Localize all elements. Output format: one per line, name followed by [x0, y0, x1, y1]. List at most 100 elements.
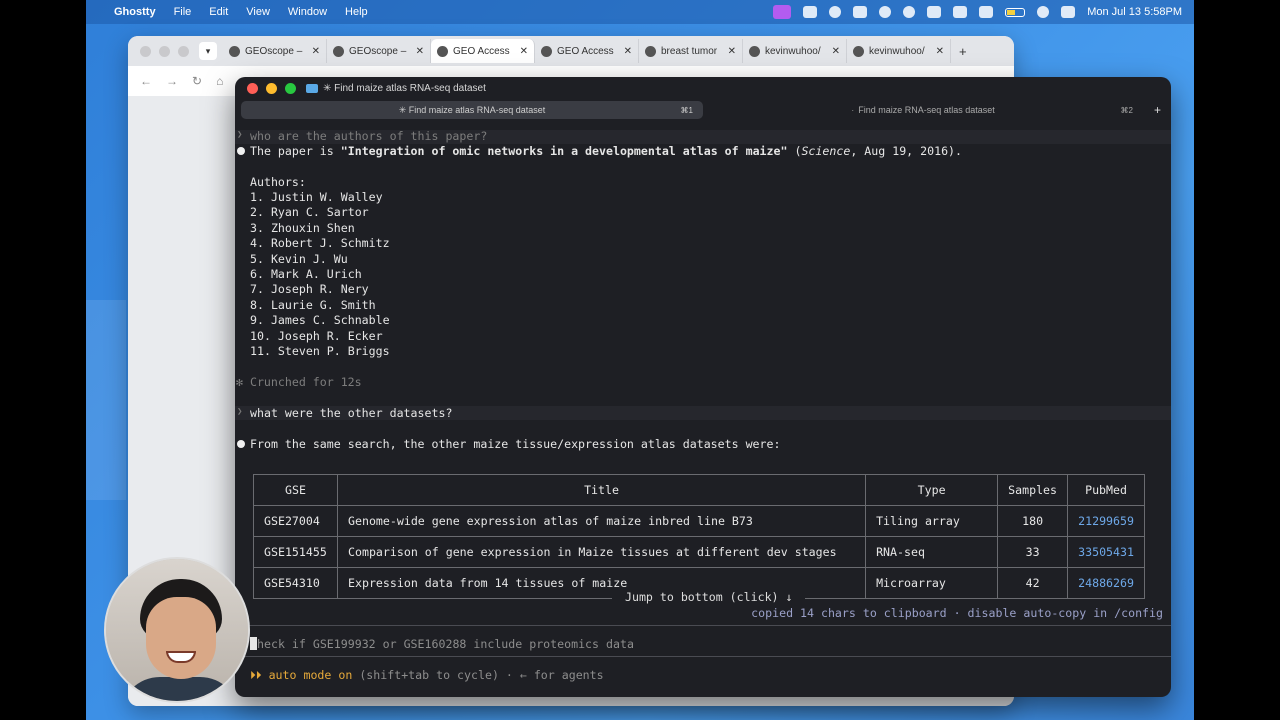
- terminal-tab-label: ✳ Find maize atlas RNA-seq dataset: [398, 104, 546, 115]
- browser-tab[interactable]: GEO Access ✕: [535, 39, 639, 63]
- terminal-tab-bar: ✳ Find maize atlas RNA-seq dataset ⌘1 · …: [235, 99, 1171, 121]
- input-divider-bottom: [235, 656, 1171, 657]
- weather-icon[interactable]: [803, 6, 818, 18]
- close-icon[interactable]: ✕: [936, 46, 944, 57]
- author-item: 7. Joseph R. Nery: [250, 282, 369, 296]
- wallpaper-pattern-left: [86, 300, 126, 500]
- globe-icon: [229, 45, 240, 57]
- tab-title: GEO Access: [453, 45, 510, 57]
- input-divider-top: [235, 625, 1171, 626]
- author-item: 5. Kevin J. Wu: [250, 252, 348, 266]
- control-center-icon[interactable]: [1061, 6, 1076, 18]
- cell-title: Genome-wide gene expression atlas of mai…: [336, 505, 867, 537]
- column-header: Samples: [997, 474, 1069, 506]
- geo-icon: [645, 45, 656, 57]
- menu-view[interactable]: View: [246, 6, 270, 18]
- new-terminal-tab-button[interactable]: +: [1154, 103, 1161, 117]
- author-item: 8. Laurie G. Smith: [250, 298, 376, 312]
- text-cursor: [250, 637, 257, 650]
- forward-arrow-icon[interactable]: →: [166, 74, 178, 88]
- datasets-table-viewport[interactable]: GSE Title Type Samples PubMed GSE27004 G…: [235, 474, 1171, 601]
- close-button[interactable]: [247, 82, 258, 94]
- battery-icon[interactable]: [1005, 7, 1026, 17]
- reload-icon[interactable]: ↻: [192, 74, 202, 88]
- browser-tab-strip: ▾ GEOscope – ✕ GEOscope – ✕ GEO Access ✕ GE…: [128, 36, 1014, 66]
- author-item: 6. Mark A. Urich: [250, 267, 362, 281]
- shield-icon[interactable]: [853, 6, 868, 18]
- grid-icon[interactable]: [927, 6, 942, 18]
- column-header: Title: [336, 474, 867, 506]
- tab-title: GEOscope –: [349, 45, 407, 57]
- terminal-window: ✳ Find maize atlas RNA-seq dataset ✳ Fin…: [235, 77, 1171, 697]
- back-arrow-icon[interactable]: ←: [140, 74, 152, 88]
- webcam-overlay: [104, 557, 250, 703]
- home-icon[interactable]: ⌂: [216, 74, 223, 88]
- zoom-button[interactable]: [178, 45, 189, 57]
- menu-clock[interactable]: Mon Jul 13 5:58PM: [1087, 6, 1182, 18]
- close-icon[interactable]: ✕: [416, 46, 424, 57]
- menu-file[interactable]: File: [174, 6, 192, 18]
- cell-title: Comparison of gene expression in Maize t…: [336, 536, 867, 568]
- terminal-tab-1[interactable]: ✳ Find maize atlas RNA-seq dataset ⌘1: [241, 101, 703, 119]
- author-item: 10. Joseph R. Ecker: [250, 329, 383, 343]
- crunched-status: ✻ Crunched for 12s: [236, 375, 362, 389]
- tab-title: GEOscope –: [245, 45, 303, 57]
- check-icon[interactable]: [879, 6, 892, 18]
- wifi-icon[interactable]: [979, 6, 994, 18]
- brightness-icon[interactable]: [903, 6, 916, 18]
- terminal-window-controls: [247, 82, 296, 94]
- browser-tab[interactable]: GEOscope – ✕: [223, 39, 327, 63]
- new-tab-button[interactable]: +: [959, 44, 967, 59]
- browser-tab[interactable]: kevinwuhoo/ ✕: [743, 39, 847, 63]
- auto-mode-status[interactable]: ⏵⏵ auto mode on (shift+tab to cycle) · ←…: [250, 668, 604, 683]
- minimize-button[interactable]: [159, 45, 170, 57]
- prompt-input[interactable]: heck if GSE199932 or GSE160288 include p…: [250, 637, 634, 651]
- prompt-caret-icon: ❯: [237, 130, 243, 140]
- table-row: GSE27004 Genome-wide gene expression atl…: [253, 505, 1145, 537]
- auto-mode-label: ⏵⏵ auto mode on: [250, 668, 353, 682]
- auto-mode-hint: (shift+tab to cycle) · ← for agents: [352, 668, 604, 682]
- close-icon[interactable]: ✕: [624, 46, 632, 57]
- menu-app-name[interactable]: Ghostty: [114, 6, 156, 18]
- browser-tab-active[interactable]: GEO Access ✕: [431, 39, 535, 63]
- tab-dot-icon: ·: [851, 105, 855, 115]
- terminal-tab-shortcut: ⌘2: [1120, 105, 1133, 115]
- antenna-icon[interactable]: [953, 6, 968, 18]
- cell-type: Tiling array: [865, 505, 999, 537]
- pubmed-link[interactable]: 21299659: [1067, 505, 1145, 537]
- browser-tab[interactable]: breast tumor ✕: [639, 39, 743, 63]
- pubmed-link[interactable]: 24886269: [1067, 567, 1145, 599]
- webcam-person-face: [146, 597, 216, 679]
- menu-edit[interactable]: Edit: [209, 6, 228, 18]
- author-item: 1. Justin W. Walley: [250, 190, 383, 204]
- close-icon[interactable]: ✕: [728, 46, 736, 57]
- terminal-titlebar: ✳ Find maize atlas RNA-seq dataset: [235, 77, 1171, 99]
- browser-tab[interactable]: kevinwuhoo/ ✕: [847, 39, 951, 63]
- author-item: 9. James C. Schnable: [250, 313, 390, 327]
- terminal-window-title: ✳ Find maize atlas RNA-seq dataset: [323, 82, 486, 94]
- terminal-tab-2[interactable]: · Find maize RNA-seq atlas dataset ⌘2: [703, 101, 1143, 119]
- datasets-table: GSE Title Type Samples PubMed GSE27004 G…: [253, 474, 1145, 599]
- tab-list-chevron-down-icon[interactable]: ▾: [199, 42, 217, 60]
- close-icon[interactable]: ✕: [832, 46, 840, 57]
- cell-gse: GSE54310: [253, 567, 338, 599]
- menu-help[interactable]: Help: [345, 6, 368, 18]
- menu-window[interactable]: Window: [288, 6, 327, 18]
- close-icon[interactable]: ✕: [312, 46, 320, 57]
- screen-record-icon[interactable]: [773, 5, 792, 19]
- table-row: GSE151455 Comparison of gene expression …: [253, 536, 1145, 568]
- pubmed-link[interactable]: 33505431: [1067, 536, 1145, 568]
- close-button[interactable]: [140, 45, 151, 57]
- menu-bar: Ghostty File Edit View Window Help Mon J…: [86, 0, 1194, 24]
- minimize-button[interactable]: [266, 82, 277, 94]
- github-icon: [749, 45, 760, 57]
- zoom-button[interactable]: [285, 82, 296, 94]
- cell-type: Microarray: [865, 567, 999, 599]
- search-icon[interactable]: [1037, 6, 1050, 18]
- close-icon[interactable]: ✕: [520, 46, 528, 57]
- status-icon[interactable]: [829, 6, 842, 18]
- paper-date: , Aug 19, 2016).: [850, 144, 963, 158]
- browser-tab[interactable]: GEOscope – ✕: [327, 39, 431, 63]
- menu-extras: Mon Jul 13 5:58PM: [773, 5, 1182, 19]
- jump-to-bottom-button[interactable]: Jump to bottom (click) ↓: [612, 590, 806, 604]
